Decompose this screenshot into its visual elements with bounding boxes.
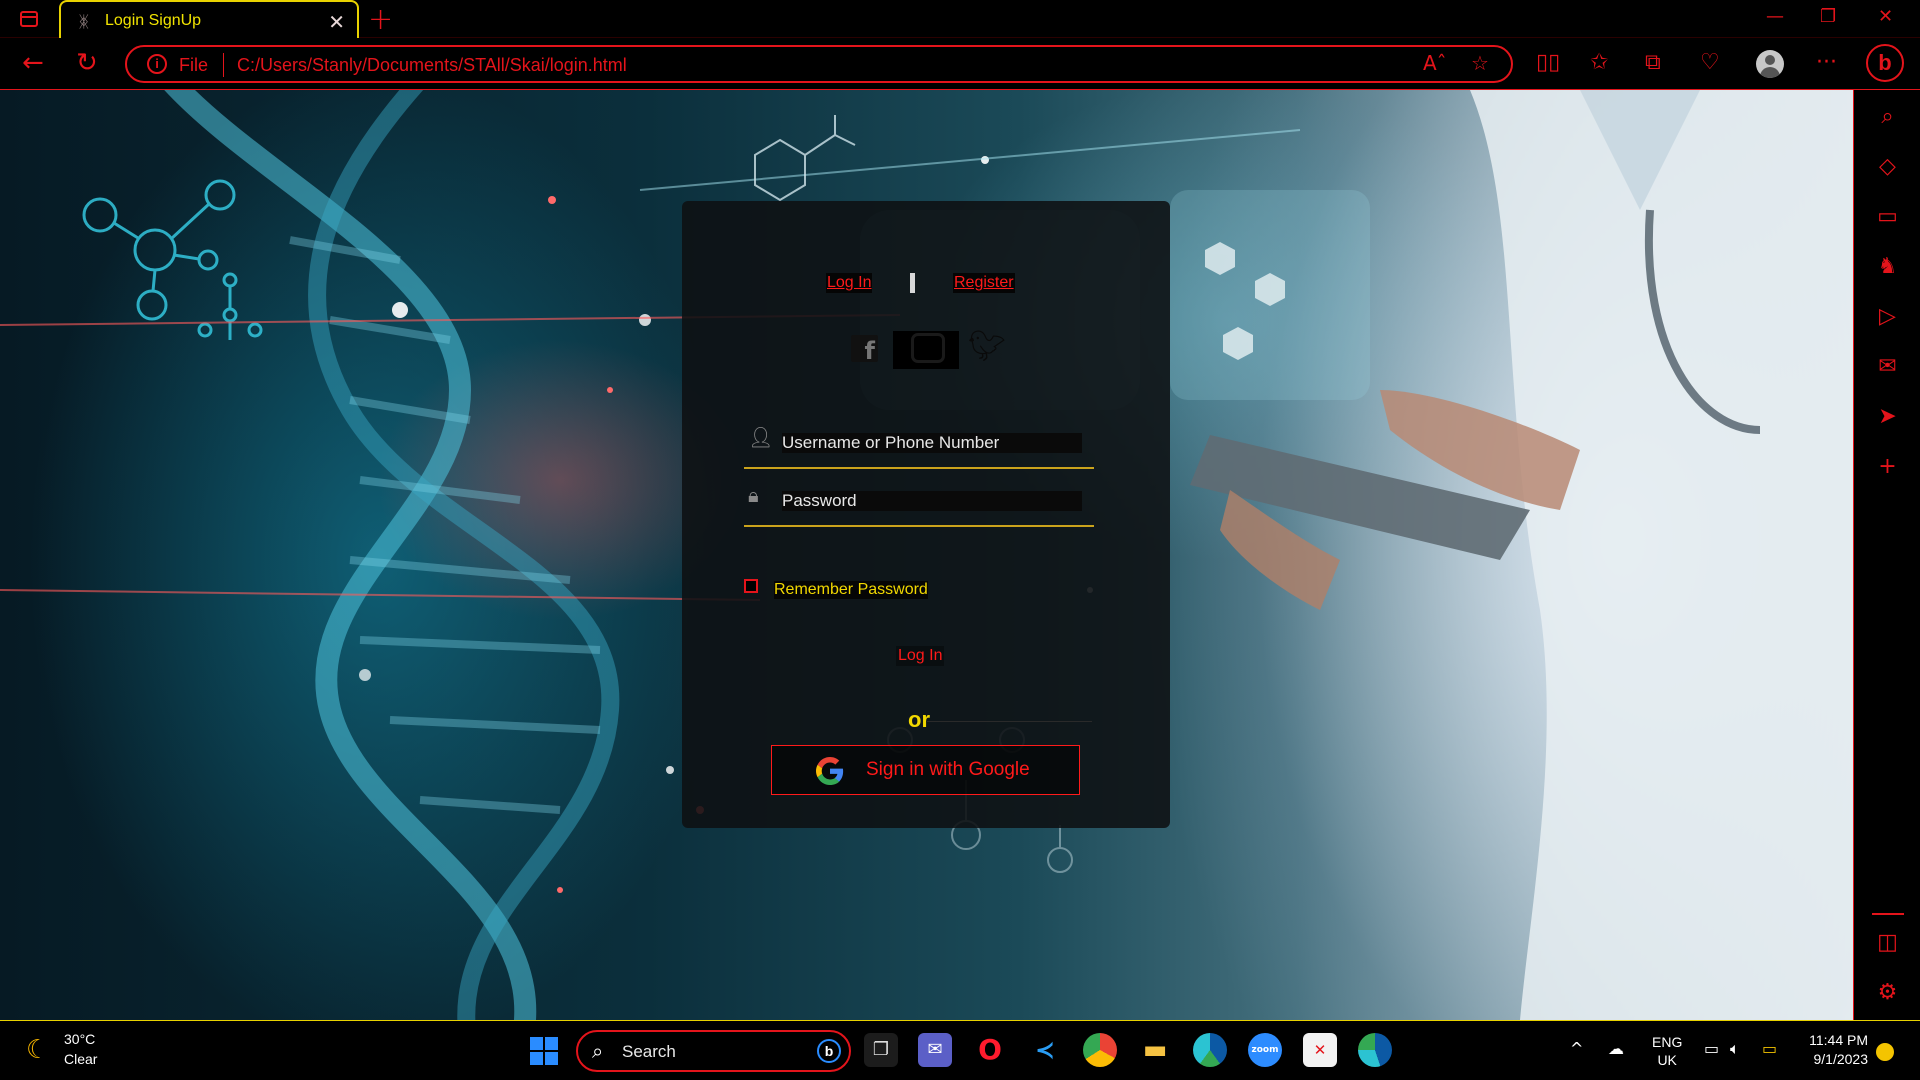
split-screen-icon[interactable]: ▯▯ (1536, 50, 1560, 75)
page-favicon-icon: ᛤ (79, 12, 89, 31)
sidebar-divider (1872, 913, 1904, 915)
bing-search-icon[interactable]: b (817, 1039, 841, 1063)
read-aloud-icon[interactable]: Aˆ (1423, 51, 1447, 75)
clock-date: 9/1/2023 (1813, 1051, 1869, 1067)
sidebar-games-icon[interactable]: ♞ (1854, 254, 1920, 279)
or-separator: or (908, 707, 930, 732)
weather-condition[interactable]: Clear (64, 1051, 97, 1067)
address-bar[interactable]: i File C:/Users/Stanly/Documents/STAll/S… (125, 45, 1513, 83)
task-view-icon[interactable]: ❐ (864, 1033, 898, 1067)
vscode-icon[interactable]: ≺ (1028, 1033, 1062, 1067)
back-arrow-icon[interactable]: ← (22, 48, 44, 78)
teams-chat-icon[interactable]: ✉ (918, 1033, 952, 1067)
browser-tab[interactable]: ᛤ Login SignUp ✕ (59, 0, 359, 40)
lock-icon: 🔒︎ (748, 483, 759, 507)
favorites-icon[interactable]: ✩ (1590, 50, 1608, 75)
edge-icon[interactable] (1358, 1033, 1392, 1067)
address-file-label: File (179, 55, 209, 75)
info-icon[interactable]: i (147, 54, 167, 74)
restore-button[interactable]: ❐ (1820, 6, 1836, 27)
sidebar-search-icon[interactable]: ⌕ (1854, 104, 1920, 129)
onedrive-cloud-icon[interactable]: ☁ (1608, 1039, 1624, 1058)
profile-avatar[interactable] (1756, 50, 1784, 78)
edge-sidebar: ⌕ ◇ ▭ ♞ ▷ ✉ ➤ + ◫ ⚙ (1853, 90, 1920, 1020)
instagram-icon[interactable] (893, 331, 959, 369)
notification-icon[interactable] (1876, 1043, 1894, 1061)
tray-chevron-icon[interactable]: ^ (1570, 1039, 1583, 1058)
user-icon: 👤︎ (748, 425, 774, 449)
twitter-icon[interactable]: 🐦︎ (968, 329, 1006, 364)
language-indicator[interactable]: ENG UK (1652, 1033, 1682, 1069)
chrome-icon[interactable] (1083, 1033, 1117, 1067)
volume-icon[interactable]: 🔈︎ (1730, 1039, 1740, 1059)
bing-copilot-icon[interactable]: b (1866, 44, 1904, 82)
address-url[interactable]: C:/Users/Stanly/Documents/STAll/Skai/log… (237, 55, 627, 76)
refresh-icon[interactable]: ↻ (76, 48, 98, 78)
xmind-icon[interactable]: ✕ (1303, 1033, 1337, 1067)
page-viewport: Log In Register f 🐦︎ 👤︎ 🔒︎ Remember Pass… (0, 90, 1853, 1020)
login-button[interactable]: Log In (896, 646, 945, 666)
clock-time: 11:44 PM (1809, 1032, 1868, 1048)
new-tab-button[interactable]: + (368, 2, 393, 37)
opera-icon[interactable]: O (973, 1033, 1007, 1067)
tab-register[interactable]: Register (953, 273, 1015, 293)
tab-login[interactable]: Log In (826, 273, 873, 293)
password-input[interactable] (782, 489, 1082, 513)
sidebar-drop-icon[interactable]: ➤ (1854, 404, 1920, 429)
sidebar-microsoft365-icon[interactable]: ▷ (1854, 304, 1920, 329)
system-clock[interactable]: 11:44 PM 9/1/2023 (1802, 1031, 1868, 1069)
taskbar-search[interactable]: ⌕ Search b (576, 1030, 851, 1072)
login-card: Log In Register f 🐦︎ 👤︎ 🔒︎ Remember Pass… (682, 201, 1170, 828)
tab-actions-icon[interactable] (20, 11, 38, 27)
or-divider-line (927, 721, 1092, 722)
moon-weather-icon[interactable]: ☾ (26, 1035, 49, 1065)
username-input[interactable] (782, 431, 1082, 455)
file-explorer-icon[interactable]: ▬ (1138, 1033, 1172, 1067)
network-icon[interactable]: ▭ (1704, 1039, 1719, 1058)
google-logo-icon (816, 757, 844, 785)
weather-temperature[interactable]: 30°C (64, 1031, 95, 1047)
google-signin-label: Sign in with Google (866, 759, 1030, 780)
remember-checkbox[interactable] (744, 579, 758, 593)
password-field: 🔒︎ (744, 479, 1094, 527)
address-divider (223, 53, 224, 77)
windows-taskbar: ☾ 30°C Clear ⌕ Search b ❐ ✉ O ≺ ▬ zoom ✕… (0, 1020, 1920, 1080)
start-windows-icon[interactable] (530, 1037, 558, 1065)
sidebar-outlook-icon[interactable]: ✉ (1854, 354, 1920, 379)
search-icon: ⌕ (592, 1039, 604, 1063)
username-field: 👤︎ (744, 421, 1094, 469)
favorite-star-icon[interactable]: ☆ (1471, 51, 1489, 75)
tab-close-icon[interactable]: ✕ (328, 10, 345, 34)
browser-tab-bar: ᛤ Login SignUp ✕ + — ❐ ✕ (0, 0, 1920, 40)
google-signin-button[interactable]: Sign in with Google (771, 745, 1080, 795)
sidebar-tools-icon[interactable]: ▭ (1854, 204, 1920, 229)
browser-toolbar: ← ↻ i File C:/Users/Stanly/Documents/STA… (0, 38, 1920, 90)
battery-icon[interactable]: ▭ (1762, 1039, 1777, 1058)
zoom-icon[interactable]: zoom (1248, 1033, 1282, 1067)
more-options-icon[interactable]: ··· (1816, 50, 1837, 75)
tab-title: Login SignUp (105, 12, 202, 29)
sidebar-add-icon[interactable]: + (1854, 454, 1920, 479)
remember-label: Remember Password (774, 581, 928, 599)
sidebar-settings-icon[interactable]: ⚙ (1854, 980, 1920, 1005)
minimize-button[interactable]: — (1766, 6, 1784, 27)
browser-essentials-icon[interactable]: ♡ (1700, 50, 1720, 75)
facebook-icon[interactable]: f (851, 335, 878, 362)
tab-divider (910, 273, 915, 293)
collections-icon[interactable]: ⧉ (1645, 50, 1661, 75)
close-window-button[interactable]: ✕ (1878, 6, 1893, 27)
edge-beta-icon[interactable] (1193, 1033, 1227, 1067)
region-code: UK (1657, 1052, 1677, 1068)
search-label: Search (622, 1042, 676, 1061)
sidebar-shopping-icon[interactable]: ◇ (1854, 154, 1920, 179)
sidebar-hide-icon[interactable]: ◫ (1854, 930, 1920, 955)
language-code: ENG (1652, 1034, 1683, 1050)
